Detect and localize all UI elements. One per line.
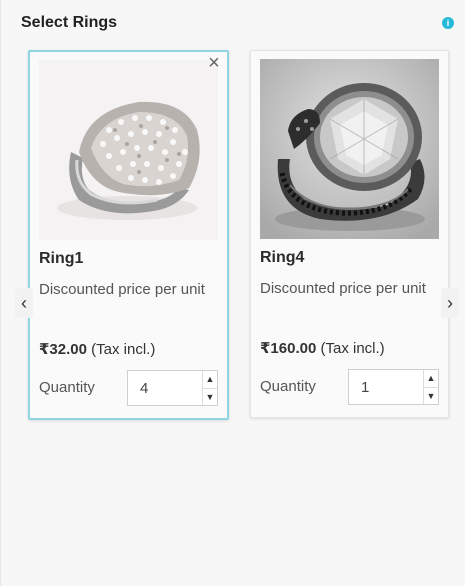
panel-header: Select Rings i [21, 12, 454, 34]
quantity-input[interactable] [349, 370, 423, 404]
remove-ring1-icon[interactable]: × [205, 53, 223, 73]
ring1-image [39, 60, 218, 240]
tax-note: (Tax incl.) [320, 340, 385, 357]
stepper-buttons: ▲ ▼ [423, 370, 438, 404]
product-name: Ring4 [260, 249, 305, 266]
tax-note: (Tax incl.) [91, 341, 156, 358]
increment-button[interactable]: ▲ [424, 370, 438, 388]
quantity-stepper: ▲ ▼ [348, 369, 439, 405]
price-description: Discounted price per unit [39, 281, 205, 298]
product-name: Ring1 [39, 250, 84, 267]
stepper-buttons: ▲ ▼ [202, 371, 217, 405]
carousel-prev-button[interactable]: ‹ [15, 288, 33, 318]
price-line: ₹32.00 (Tax incl.) [39, 340, 155, 358]
panel-title: Select Rings [21, 14, 118, 31]
select-rings-panel: Select Rings i ‹ × Ring1 Discounted pric… [0, 0, 465, 586]
decrement-button[interactable]: ▼ [424, 388, 438, 405]
info-icon[interactable]: i [442, 17, 454, 29]
price-line: ₹160.00 (Tax incl.) [260, 339, 385, 357]
decrement-button[interactable]: ▼ [203, 389, 217, 406]
product-card-ring1[interactable]: × Ring1 Discounted price per unit ₹32.00… [28, 50, 229, 420]
ring-carousel: ‹ × Ring1 Discounted price per unit ₹32.… [15, 48, 459, 426]
quantity-input[interactable] [128, 371, 202, 405]
price-value: ₹32.00 [39, 341, 87, 358]
increment-button[interactable]: ▲ [203, 371, 217, 389]
quantity-stepper: ▲ ▼ [127, 370, 218, 406]
product-card-ring4[interactable]: Ring4 Discounted price per unit ₹160.00 … [250, 50, 449, 418]
ring4-image [260, 59, 439, 239]
price-description: Discounted price per unit [260, 280, 426, 297]
quantity-label: Quantity [39, 379, 95, 396]
carousel-next-button[interactable]: › [441, 288, 459, 318]
price-value: ₹160.00 [260, 340, 317, 357]
quantity-label: Quantity [260, 378, 316, 395]
